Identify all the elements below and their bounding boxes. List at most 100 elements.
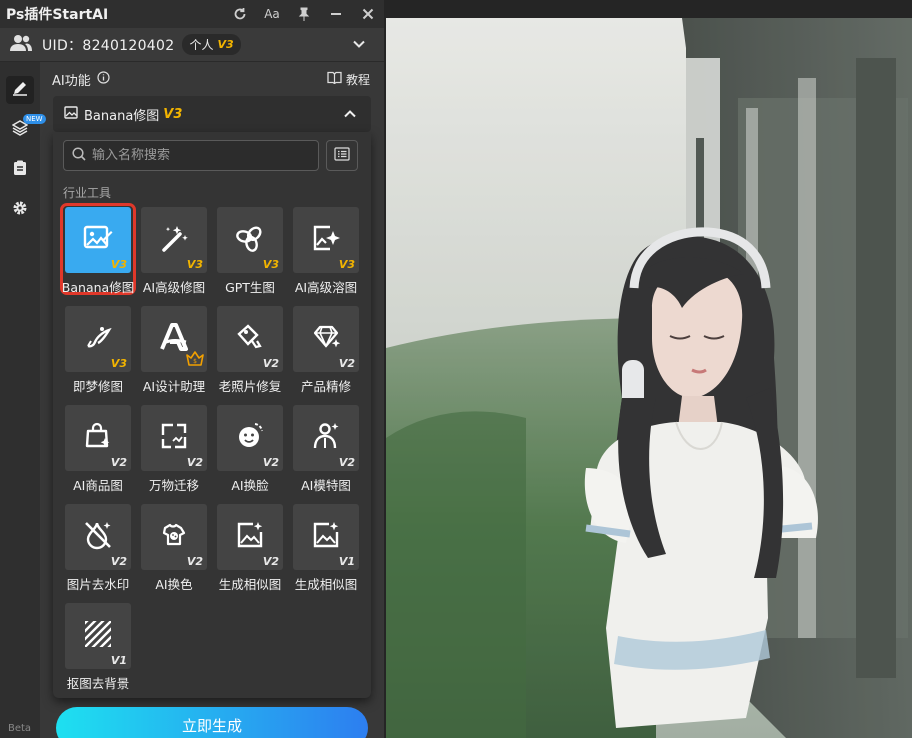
search-icon (72, 146, 86, 165)
tool-icon-box: V2 (293, 306, 359, 372)
font-size-button[interactable]: Aa (256, 0, 288, 28)
tool-tile[interactable]: $ AI设计助理 (139, 306, 209, 396)
tool-icon-box: V3 (141, 207, 207, 273)
tool-level: V2 (338, 456, 355, 469)
rail-layers-tab[interactable]: NEW (6, 114, 46, 144)
gpt-knot-icon (235, 223, 265, 257)
minimize-icon[interactable] (320, 0, 352, 28)
tool-icon-box: V2 (217, 504, 283, 570)
tool-name: AI换色 (155, 577, 193, 592)
cutout-icon (83, 619, 113, 653)
list-view-toggle[interactable] (326, 140, 358, 171)
tool-icon-box: V3 (217, 207, 283, 273)
tool-dropdown[interactable]: Banana修图 V3 (53, 96, 371, 132)
tool-tile[interactable]: V2 产品精修 (291, 306, 361, 396)
similar-image-icon (235, 520, 265, 554)
tool-tile[interactable]: V2 老照片修复 (215, 306, 285, 396)
image-sparkle-icon (311, 223, 341, 257)
transfer-icon (159, 421, 189, 455)
tool-tile[interactable]: V3 AI高级溶图 (291, 207, 361, 297)
tool-picker-popup: 行业工具 V3 Banana修图 V3 AI高级修图 (53, 132, 371, 698)
rail-settings-tab[interactable] (6, 196, 34, 224)
remove-watermark-icon (83, 520, 113, 554)
tutorial-label: 教程 (345, 72, 370, 87)
tool-level: V2 (262, 456, 279, 469)
tool-icon-box: V3 (65, 207, 131, 273)
startai-plugin-panel: Ps插件StartAI Aa UID：8240120402 个人 V3 NEW … (0, 0, 384, 738)
plan-label: 个人 (189, 38, 214, 52)
chevron-up-icon[interactable] (343, 107, 357, 125)
search-input[interactable] (92, 148, 312, 163)
tool-tile[interactable]: V2 AI商品图 (63, 405, 133, 495)
ai-section-header: AI功能 教程 (52, 68, 372, 90)
tool-name: AI设计助理 (142, 379, 206, 394)
search-box[interactable] (63, 140, 319, 171)
tool-level: V2 (110, 555, 127, 568)
tool-tile[interactable]: V2 AI换脸 (215, 405, 285, 495)
pin-icon[interactable] (288, 0, 320, 28)
tool-tile[interactable]: V3 GPT生图 (215, 207, 285, 297)
magic-wand-icon (158, 222, 190, 258)
tool-icon-box: V3 (293, 207, 359, 273)
ai-section-label: AI功能 (52, 73, 91, 89)
tool-name: AI高级溶图 (294, 280, 358, 295)
tool-tile[interactable]: V1 生成相似图 (291, 504, 361, 594)
plan-badge: 个人 V3 (182, 34, 241, 55)
category-label: 行业工具 (63, 186, 112, 200)
chevron-down-icon[interactable] (352, 37, 366, 55)
tool-name: AI高级修图 (142, 280, 206, 295)
tool-icon-box: V3 (65, 306, 131, 372)
image-icon (64, 105, 78, 123)
book-icon (327, 71, 342, 87)
tool-level: V3 (262, 258, 279, 271)
new-badge: NEW (23, 114, 46, 124)
tool-tile[interactable]: V2 AI模特图 (291, 405, 361, 495)
face-swap-icon (235, 421, 265, 455)
tutorial-link[interactable]: 教程 (327, 71, 370, 88)
tool-tile[interactable]: V2 图片去水印 (63, 504, 133, 594)
tool-level: V2 (110, 456, 127, 469)
tool-tile[interactable]: V3 AI高级修图 (139, 207, 209, 297)
tool-level: V3 (338, 258, 355, 271)
tool-level: V2 (338, 357, 355, 370)
model-person-icon (311, 421, 341, 455)
tool-icon-box: V2 (65, 405, 131, 471)
tool-tile[interactable]: V2 万物迁移 (139, 405, 209, 495)
tool-name: 万物迁移 (148, 478, 199, 493)
user-bar[interactable]: UID：8240120402 个人 V3 (0, 28, 384, 62)
tool-level: V3 (110, 357, 127, 370)
tool-tile[interactable]: V3 Banana修图 (60, 203, 136, 297)
info-icon[interactable] (97, 70, 110, 88)
tool-level: V2 (262, 357, 279, 370)
user-id: UID：8240120402 (42, 37, 175, 54)
color-change-icon (159, 520, 189, 554)
rail-edit-tab[interactable] (6, 76, 34, 104)
tool-icon-box: V2 (141, 504, 207, 570)
tool-icon-box: $ (141, 306, 207, 372)
list-view-icon (334, 146, 350, 165)
shopping-bag-icon (83, 421, 113, 455)
tool-tile[interactable]: V3 即梦修图 (63, 306, 133, 396)
tool-name: AI模特图 (301, 478, 351, 493)
photo-repair-icon (235, 322, 265, 356)
generate-button[interactable]: 立即生成 (56, 707, 368, 738)
beta-label: Beta (8, 723, 32, 734)
diamond-icon (311, 322, 341, 356)
tool-level: V3 (110, 258, 127, 271)
tool-tile[interactable]: V2 AI换色 (139, 504, 209, 594)
tool-level: V2 (186, 555, 203, 568)
tool-name: AI换脸 (231, 478, 269, 493)
user-group-icon (10, 34, 32, 56)
tool-icon-box: V1 (65, 603, 131, 669)
tool-level: V1 (338, 555, 355, 568)
close-icon[interactable] (352, 0, 384, 28)
similar-image-icon (311, 520, 341, 554)
tool-name: Banana修图 (61, 280, 135, 295)
window-title: Ps插件StartAI (6, 7, 109, 23)
tool-name: 生成相似图 (294, 577, 358, 592)
refresh-icon[interactable] (224, 0, 256, 28)
rail-history-tab[interactable] (6, 156, 34, 184)
tool-tile[interactable]: V1 抠图去背景 (63, 603, 133, 693)
tool-icon-box: V2 (217, 405, 283, 471)
tool-tile[interactable]: V2 生成相似图 (215, 504, 285, 594)
